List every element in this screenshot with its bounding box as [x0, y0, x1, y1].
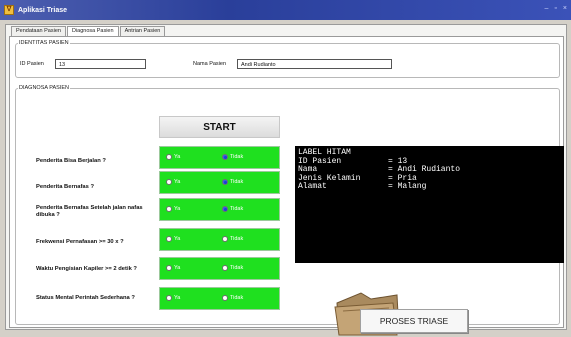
option-tidak-label: Tidak — [230, 265, 244, 271]
info-key: Alamat — [298, 182, 327, 191]
nama-pasien-label: Nama Pasien — [193, 61, 227, 67]
radio-ya-icon[interactable] — [166, 179, 172, 185]
window-title: Aplikasi Triase — [18, 6, 68, 14]
identitas-legend: IDENTITAS PASIEN — [19, 40, 69, 46]
radio-tidak-icon[interactable] — [222, 236, 228, 242]
start-button[interactable]: START — [159, 116, 280, 138]
option-tidak-6[interactable]: Tidak — [222, 295, 243, 301]
minimize-icon[interactable]: – — [545, 5, 549, 12]
option-ya-label: Ya — [174, 236, 181, 242]
tab-antrian-pasien[interactable]: Antrian Pasien — [119, 26, 166, 36]
radio-tidak-icon[interactable] — [222, 265, 228, 271]
option-ya-6[interactable]: Ya — [166, 295, 180, 301]
radio-ya-icon[interactable] — [166, 236, 172, 242]
question-label-3: Penderita Bernafas Setelah jalan nafas d… — [36, 205, 143, 218]
radio-ya-icon[interactable] — [166, 295, 172, 301]
diagnosa-tab-panel: IDENTITAS PASIEN ID Pasien 13 Nama Pasie… — [9, 36, 564, 336]
radio-tidak-selected-icon[interactable] — [222, 154, 228, 160]
option-ya-2[interactable]: Ya — [166, 179, 180, 185]
close-icon[interactable]: × — [563, 5, 567, 12]
question-panel-4: Ya Tidak — [159, 228, 280, 251]
radio-ya-icon[interactable] — [166, 154, 172, 160]
radio-ya-icon[interactable] — [166, 206, 172, 212]
app-icon: ᐁ — [4, 5, 14, 15]
patient-info-display: LABEL HITAM ID Pasien = 13 Nama = Andi Rud… — [295, 146, 564, 263]
option-tidak-1[interactable]: Tidak — [222, 154, 243, 160]
radio-tidak-selected-icon[interactable] — [222, 206, 228, 212]
id-pasien-label: ID Pasien — [20, 61, 44, 67]
question-panel-5: Ya Tidak — [159, 257, 280, 280]
info-value: = Malang — [388, 182, 427, 191]
option-ya-1[interactable]: Ya — [166, 154, 180, 160]
question-label-5: Waktu Pengisian Kapiler >= 2 detik ? — [36, 266, 137, 272]
maximize-icon[interactable]: ▫ — [554, 5, 556, 12]
option-ya-label: Ya — [174, 179, 181, 185]
option-tidak-label: Tidak — [230, 295, 244, 301]
option-ya-3[interactable]: Ya — [166, 206, 180, 212]
option-tidak-label: Tidak — [230, 236, 244, 242]
question-label-2: Penderita Bernafas ? — [36, 184, 94, 190]
option-ya-label: Ya — [174, 295, 181, 301]
nama-pasien-field[interactable]: Andi Rudianto — [237, 59, 392, 69]
option-ya-label: Ya — [174, 265, 181, 271]
main-window: Pendataan Pasien Diagnosa Pasien Antrian… — [5, 24, 567, 336]
question-panel-6: Ya Tidak — [159, 287, 280, 310]
tab-pendataan-pasien[interactable]: Pendataan Pasien — [11, 26, 66, 36]
option-tidak-label: Tidak — [230, 206, 244, 212]
option-tidak-2[interactable]: Tidak — [222, 179, 243, 185]
option-tidak-label: Tidak — [230, 179, 244, 185]
option-tidak-5[interactable]: Tidak — [222, 265, 243, 271]
info-row: Alamat = Malang — [298, 182, 561, 192]
question-label-4: Frekwensi Pernafasan >= 30 x ? — [36, 239, 124, 245]
title-bar: ᐁ Aplikasi Triase – ▫ × — [0, 0, 571, 20]
radio-ya-icon[interactable] — [166, 265, 172, 271]
id-pasien-field[interactable]: 13 — [55, 59, 146, 69]
option-tidak-3[interactable]: Tidak — [222, 206, 243, 212]
question-label-6: Status Mental Perintah Sederhana ? — [36, 295, 135, 301]
radio-tidak-icon[interactable] — [222, 295, 228, 301]
question-label-1: Penderita Bisa Berjalan ? — [36, 158, 106, 164]
option-ya-label: Ya — [174, 154, 181, 160]
option-ya-5[interactable]: Ya — [166, 265, 180, 271]
option-ya-label: Ya — [174, 206, 181, 212]
question-panel-2: Ya Tidak — [159, 171, 280, 194]
diagnosa-legend: DIAGNOSA PASIEN — [19, 85, 70, 91]
proses-triase-button[interactable]: PROSES TRIASE — [360, 309, 468, 333]
radio-tidak-selected-icon[interactable] — [222, 179, 228, 185]
question-panel-3: Ya Tidak — [159, 198, 280, 221]
option-ya-4[interactable]: Ya — [166, 236, 180, 242]
option-tidak-label: Tidak — [230, 154, 244, 160]
info-row: Jenis Kelamin = Pria — [298, 174, 561, 184]
question-panel-1: Ya Tidak — [159, 146, 280, 169]
option-tidak-4[interactable]: Tidak — [222, 236, 243, 242]
